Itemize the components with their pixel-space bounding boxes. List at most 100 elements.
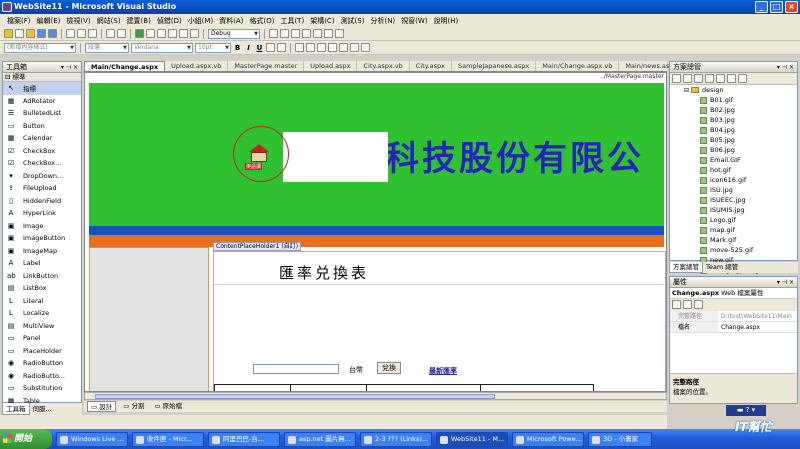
solution-file-item[interactable]: Email.GIF — [700, 155, 797, 165]
numbered-list-icon[interactable] — [328, 43, 337, 52]
new-project-icon[interactable] — [4, 29, 13, 38]
solution-file-item[interactable]: Mark.gif — [700, 235, 797, 245]
design-horizontal-scrollbar[interactable] — [84, 392, 667, 400]
toolbox-item-radiobutto[interactable]: ◉ RadioButto... — [3, 370, 81, 383]
copy-website-icon[interactable] — [727, 74, 736, 83]
task-aspnet[interactable]: asp.net 圖片無... — [284, 431, 356, 447]
solution-file-item[interactable]: B05.jpg — [700, 135, 797, 145]
toolbox-item-[interactable]: ↖ 指標 — [3, 82, 81, 95]
maximize-button[interactable]: □ — [770, 1, 783, 13]
toolbox-item-localize[interactable]: L Localize — [3, 307, 81, 320]
solution-file-item[interactable]: ISUEEC.jpg — [700, 195, 797, 205]
solution-file-item[interactable]: B02.jpg — [700, 105, 797, 115]
fore-color-icon[interactable] — [266, 43, 275, 52]
menu-help[interactable]: 說明(H) — [431, 16, 462, 26]
property-pages-icon[interactable] — [694, 300, 703, 309]
tab-upload-aspx[interactable]: Upload.aspx — [304, 61, 358, 71]
properties-icon[interactable] — [672, 74, 681, 83]
save-icon[interactable] — [37, 29, 46, 38]
solution-file-item[interactable]: icon616.gif — [700, 175, 797, 185]
align-right-icon[interactable] — [317, 43, 326, 52]
hyperlink-icon[interactable] — [361, 43, 370, 52]
italic-button[interactable]: I — [244, 44, 253, 52]
solution-file-item[interactable]: B03.jpg — [700, 115, 797, 125]
solution-explorer-tab[interactable]: 方案總管 — [669, 262, 703, 273]
start-debugging-icon[interactable] — [135, 29, 144, 38]
tab-city-aspx-vb[interactable]: City.aspx.vb — [357, 61, 410, 71]
menu-build[interactable]: 建置(B) — [124, 16, 154, 26]
step-over-icon[interactable] — [179, 29, 188, 38]
tab-masterpage-master[interactable]: MasterPage.master — [228, 61, 305, 71]
toolbox-item-checkbox[interactable]: ☑ CheckBox... — [3, 157, 81, 170]
refresh-icon[interactable] — [683, 74, 692, 83]
align-center-icon[interactable] — [306, 43, 315, 52]
toolbox-item-listbox[interactable]: ▤ ListBox — [3, 282, 81, 295]
menu-format[interactable]: 格式(O) — [246, 16, 277, 26]
align-left-icon[interactable] — [295, 43, 304, 52]
toolbox-item-label[interactable]: A Label — [3, 257, 81, 270]
tab-main-change-aspx-vb[interactable]: Main/Change.aspx.vb — [536, 61, 620, 71]
toolbox-item-bulletedlist[interactable]: ☰ BulletedList — [3, 107, 81, 120]
block-format-dropdown[interactable]: 段落 — [85, 42, 129, 53]
undo-icon[interactable] — [106, 29, 115, 38]
toolbox-pin-icon[interactable]: ▾ ⊣ × — [61, 62, 78, 73]
menu-debug[interactable]: 偵錯(D) — [154, 16, 185, 26]
toolbox-section-standard[interactable]: ⊟ 標準 — [3, 73, 81, 82]
alphabetical-icon[interactable] — [683, 300, 692, 309]
toolbox-item-dropdown[interactable]: ▾ DropDown... — [3, 170, 81, 183]
task-website11[interactable]: WebSite11 - M... — [436, 431, 508, 447]
toolbox-icon[interactable] — [313, 29, 322, 38]
property-row[interactable]: 檔名 Change.aspx — [670, 322, 797, 333]
nest-files-icon[interactable] — [694, 74, 703, 83]
toolbox-item-image[interactable]: ▣ Image — [3, 220, 81, 233]
style-application-dropdown[interactable]: (新增內容樣式) — [4, 42, 76, 53]
open-file-icon[interactable] — [26, 29, 35, 38]
stop-icon[interactable] — [157, 29, 166, 38]
font-size-dropdown[interactable]: 10pt — [195, 42, 231, 53]
design-view-tab[interactable]: ▭ 設計 — [87, 401, 117, 412]
toolbox-tab[interactable]: 工具箱 — [2, 403, 30, 415]
task-paint[interactable]: 3D - 小畫家 — [588, 431, 652, 447]
pause-icon[interactable] — [146, 29, 155, 38]
amount-input[interactable] — [253, 364, 339, 374]
find-icon[interactable] — [269, 29, 278, 38]
menu-test[interactable]: 測試(S) — [338, 16, 368, 26]
properties-object-selector[interactable]: Change.aspx Web 檔案屬性 — [670, 288, 797, 299]
command-window-icon[interactable] — [335, 29, 344, 38]
team-explorer-tab[interactable]: Team 總管 — [703, 262, 741, 273]
solution-file-item[interactable]: Logo.gif — [700, 215, 797, 225]
source-view-tab[interactable]: ▭ 原始檔 — [151, 401, 185, 412]
view-code-icon[interactable] — [705, 74, 714, 83]
convert-button[interactable]: 兌換 — [377, 362, 401, 374]
toolbox-item-checkbox[interactable]: ☑ CheckBox — [3, 145, 81, 158]
task-links[interactable]: 2-3 ??? (Links)... — [360, 431, 432, 447]
toolbox-item-button[interactable]: ▭ Button — [3, 120, 81, 133]
menu-edit[interactable]: 編輯(E) — [34, 16, 64, 26]
properties-pin-icon[interactable]: ▾ ⊣ × — [777, 277, 794, 288]
indent-icon[interactable] — [350, 43, 359, 52]
property-row[interactable]: 完整路徑 D:\test\WebSite11\Main — [670, 311, 797, 322]
menu-tools[interactable]: 工具(T) — [277, 16, 307, 26]
bulleted-list-icon[interactable] — [339, 43, 348, 52]
menu-file[interactable]: 檔案(F) — [4, 16, 34, 26]
tab-main-change-aspx[interactable]: Main/Change.aspx — [84, 61, 166, 71]
copy-icon[interactable] — [77, 29, 86, 38]
toolbox-item-hiddenfield[interactable]: ▯ HiddenField — [3, 195, 81, 208]
solution-file-item[interactable]: move-525.gif — [700, 245, 797, 255]
menu-data[interactable]: 資料(A) — [216, 16, 246, 26]
save-all-icon[interactable] — [48, 29, 57, 38]
menu-architecture[interactable]: 架構(C) — [307, 16, 337, 26]
tab-upload-aspx-vb[interactable]: Upload.aspx.vb — [165, 61, 229, 71]
task-windows-live[interactable]: Windows Live ... — [56, 431, 128, 447]
properties-icon[interactable] — [291, 29, 300, 38]
menu-view[interactable]: 檢視(V) — [63, 16, 93, 26]
start-button[interactable]: 開始 — [0, 429, 52, 449]
step-into-icon[interactable] — [168, 29, 177, 38]
solution-file-item[interactable]: B01.gif — [700, 95, 797, 105]
split-view-tab[interactable]: ▭ 分割 — [120, 401, 147, 412]
toolbox-item-substitution[interactable]: ▭ Substitution — [3, 382, 81, 395]
toolbox-item-multiview[interactable]: ▤ MultiView — [3, 320, 81, 333]
solution-explorer-icon[interactable] — [280, 29, 289, 38]
toolbox-item-literal[interactable]: L Literal — [3, 295, 81, 308]
latest-rate-link[interactable]: 最新匯率 — [429, 366, 457, 376]
